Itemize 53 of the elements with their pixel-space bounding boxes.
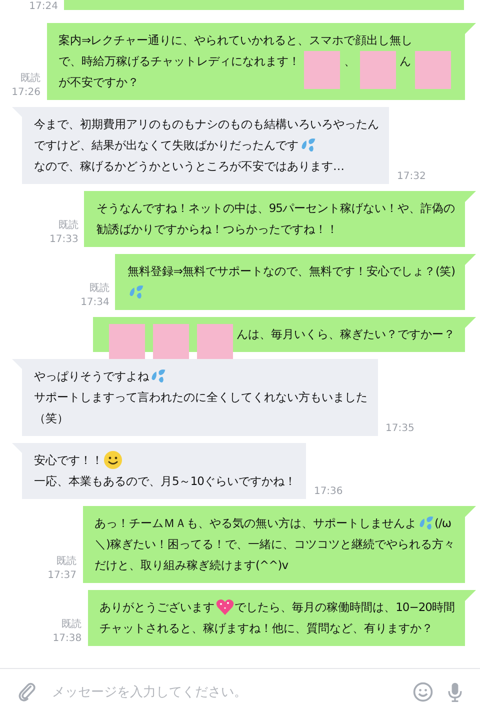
message-text: でしたら、毎月の稼働時間は、10−20時間 <box>234 599 455 616</box>
message-text: サポートしますって言われたのに全くしてくれない方もいました <box>34 389 368 406</box>
heart-icon <box>214 597 235 617</box>
message-time: 17:33 <box>50 233 78 247</box>
message-text: そうなんですね！ネットの中は、95パーセント稼げない！や、詐偽の <box>96 200 455 217</box>
read-receipt: 既読 <box>89 282 110 296</box>
read-receipt: 既読 <box>62 618 82 632</box>
read-receipt: 既読 <box>20 72 40 86</box>
message-text: が不安ですか？ <box>58 74 139 91</box>
sweat-drops-icon <box>298 136 316 154</box>
read-receipt: 既読 <box>58 219 78 233</box>
message-text: (/ω <box>434 515 451 532</box>
message-text: なので、稼げるかどうかというところが不安ではあります… <box>34 158 344 175</box>
read-receipt: 既読 <box>56 555 76 569</box>
message-text: 勧誘ばかりですからね！つらかったですね！！ <box>96 221 338 238</box>
message-time: 17:34 <box>80 296 110 310</box>
redaction-block <box>415 51 451 89</box>
attachment-icon[interactable] <box>16 681 38 703</box>
redaction-block <box>108 324 144 362</box>
redaction-block <box>152 324 188 362</box>
message-text: やっぱりそうですよね <box>34 368 149 385</box>
message-time: 17:38 <box>52 632 82 646</box>
message-input-field[interactable]: メッセージを入力してください。 <box>48 678 402 706</box>
message-text: ん <box>400 53 411 70</box>
sweat-drops-icon <box>127 283 146 301</box>
message-text: 安心です！！ <box>34 452 103 469</box>
message-text: あっ！チームＭＡも、やる気の無い方は、サポートしませんよ <box>94 515 416 532</box>
message-time: 17:26 <box>12 86 40 100</box>
redaction-block <box>304 51 340 89</box>
message-text: 一応、本業もあるので、月5～10ぐらいですかね！ <box>34 473 296 490</box>
message-text: 案内⇒レクチャー通りに、やられていかれると、スマホで顔出し無し <box>58 32 413 49</box>
message-text: チャットされると、稼げますね！他に、質問など、有りますか？ <box>100 620 434 637</box>
message-time: 17:37 <box>48 569 76 583</box>
message-text: ありがとうございます <box>100 599 215 616</box>
message-text: んは、毎月いくら、稼ぎたい？ですかー？ <box>236 326 455 343</box>
redaction-block <box>196 324 232 362</box>
message-text: で、時給万稼げるチャットレディになれます！ <box>58 53 300 70</box>
message-text: 、 <box>344 53 356 70</box>
message-text: 今まで、初期費用アリのものもナシのものも結構いろいろやったん <box>34 116 379 133</box>
message-text: 無料登録⇒無料でサポートなので、無料です！安心でしょ？(笑) <box>127 263 455 280</box>
message-time: 17:35 <box>386 422 414 436</box>
message-time: 17:24 <box>29 0 58 14</box>
message-text: ＼)稼ぎたい！困ってる！で、一緒に、コツコツと継続でやられる方々 <box>94 536 455 553</box>
sweat-drops-icon <box>149 367 167 385</box>
emoji-icon[interactable] <box>412 681 434 703</box>
message-time: 17:32 <box>397 170 426 184</box>
message-time: 17:36 <box>314 485 343 499</box>
message-text: ですけど、結果が出なくて失敗ばかりだったんです <box>34 137 298 154</box>
message-text: （笑） <box>34 410 68 427</box>
smiley-icon <box>103 450 123 470</box>
message-text: だけと、取り組み稼ぎ続けます(^^)v <box>94 557 288 574</box>
redaction-block <box>360 51 396 89</box>
sweat-drops-icon <box>416 514 434 532</box>
